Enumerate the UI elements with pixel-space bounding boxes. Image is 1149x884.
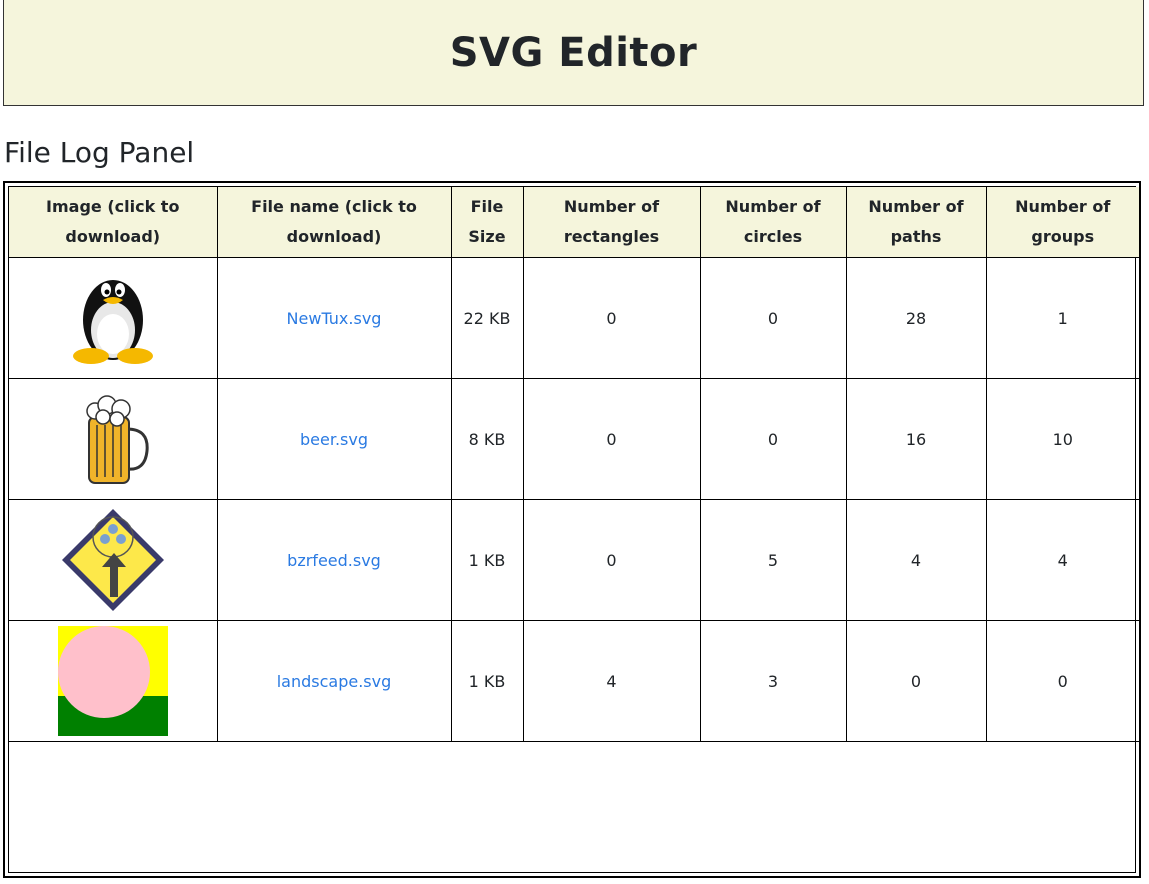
groups-cell: 1 — [985, 257, 1139, 379]
table-row: beer.svg 8 KB 0 0 16 10 — [9, 378, 1139, 500]
file-name-link[interactable]: beer.svg — [300, 430, 368, 449]
beer-mug-icon[interactable] — [63, 389, 163, 489]
table-row: NewTux.svg 22 KB 0 0 28 1 — [9, 257, 1139, 379]
circles-cell: 3 — [699, 620, 847, 742]
column-header-file-name: File name (click to download) — [216, 187, 452, 258]
file-log-table-container: Image (click to download) File name (cli… — [8, 186, 1139, 873]
file-log-panel-title: File Log Panel — [4, 136, 195, 169]
groups-cell: 4 — [985, 499, 1139, 621]
file-size-cell: 1 KB — [450, 620, 524, 742]
file-size-cell: 22 KB — [450, 257, 524, 379]
table-row: landscape.svg 1 KB 4 3 0 0 — [9, 620, 1139, 742]
file-size-cell: 8 KB — [450, 378, 524, 500]
circles-cell: 5 — [699, 499, 847, 621]
table-row: bzrfeed.svg 1 KB 0 5 4 4 — [9, 499, 1139, 621]
table-header-row: Image (click to download) File name (cli… — [9, 187, 1139, 258]
column-header-groups: Number of groups — [985, 187, 1139, 258]
file-name-cell: NewTux.svg — [216, 257, 452, 379]
paths-cell: 0 — [845, 620, 987, 742]
groups-cell: 0 — [985, 620, 1139, 742]
file-size-cell: 1 KB — [450, 499, 524, 621]
column-header-circles: Number of circles — [699, 187, 847, 258]
file-name-link[interactable]: landscape.svg — [277, 672, 392, 691]
image-cell — [9, 620, 218, 742]
circles-cell: 0 — [699, 378, 847, 500]
circles-cell: 0 — [699, 257, 847, 379]
file-log-table: Image (click to download) File name (cli… — [9, 187, 1139, 742]
paths-cell: 4 — [845, 499, 987, 621]
landscape-image[interactable] — [57, 626, 168, 736]
image-cell — [9, 499, 218, 621]
paths-cell: 16 — [845, 378, 987, 500]
rectangles-cell: 4 — [522, 620, 701, 742]
groups-cell: 10 — [985, 378, 1139, 500]
column-header-rectangles: Number of rectangles — [522, 187, 701, 258]
column-header-paths: Number of paths — [845, 187, 987, 258]
image-cell — [9, 378, 218, 500]
file-name-cell: beer.svg — [216, 378, 452, 500]
file-log-panel: Image (click to download) File name (cli… — [3, 181, 1141, 878]
file-name-link[interactable]: bzrfeed.svg — [287, 551, 381, 570]
app-header: SVG Editor — [3, 0, 1144, 106]
column-header-image: Image (click to download) — [9, 187, 218, 258]
merge-sign-icon[interactable] — [58, 505, 168, 615]
penguin-icon[interactable] — [63, 268, 163, 368]
column-header-file-size: File Size — [450, 187, 524, 258]
rectangles-cell: 0 — [522, 378, 701, 500]
image-cell — [9, 257, 218, 379]
file-name-cell: landscape.svg — [216, 620, 452, 742]
file-name-link[interactable]: NewTux.svg — [287, 309, 382, 328]
rectangles-cell: 0 — [522, 257, 701, 379]
page-title: SVG Editor — [449, 29, 698, 76]
paths-cell: 28 — [845, 257, 987, 379]
rectangles-cell: 0 — [522, 499, 701, 621]
file-name-cell: bzrfeed.svg — [216, 499, 452, 621]
